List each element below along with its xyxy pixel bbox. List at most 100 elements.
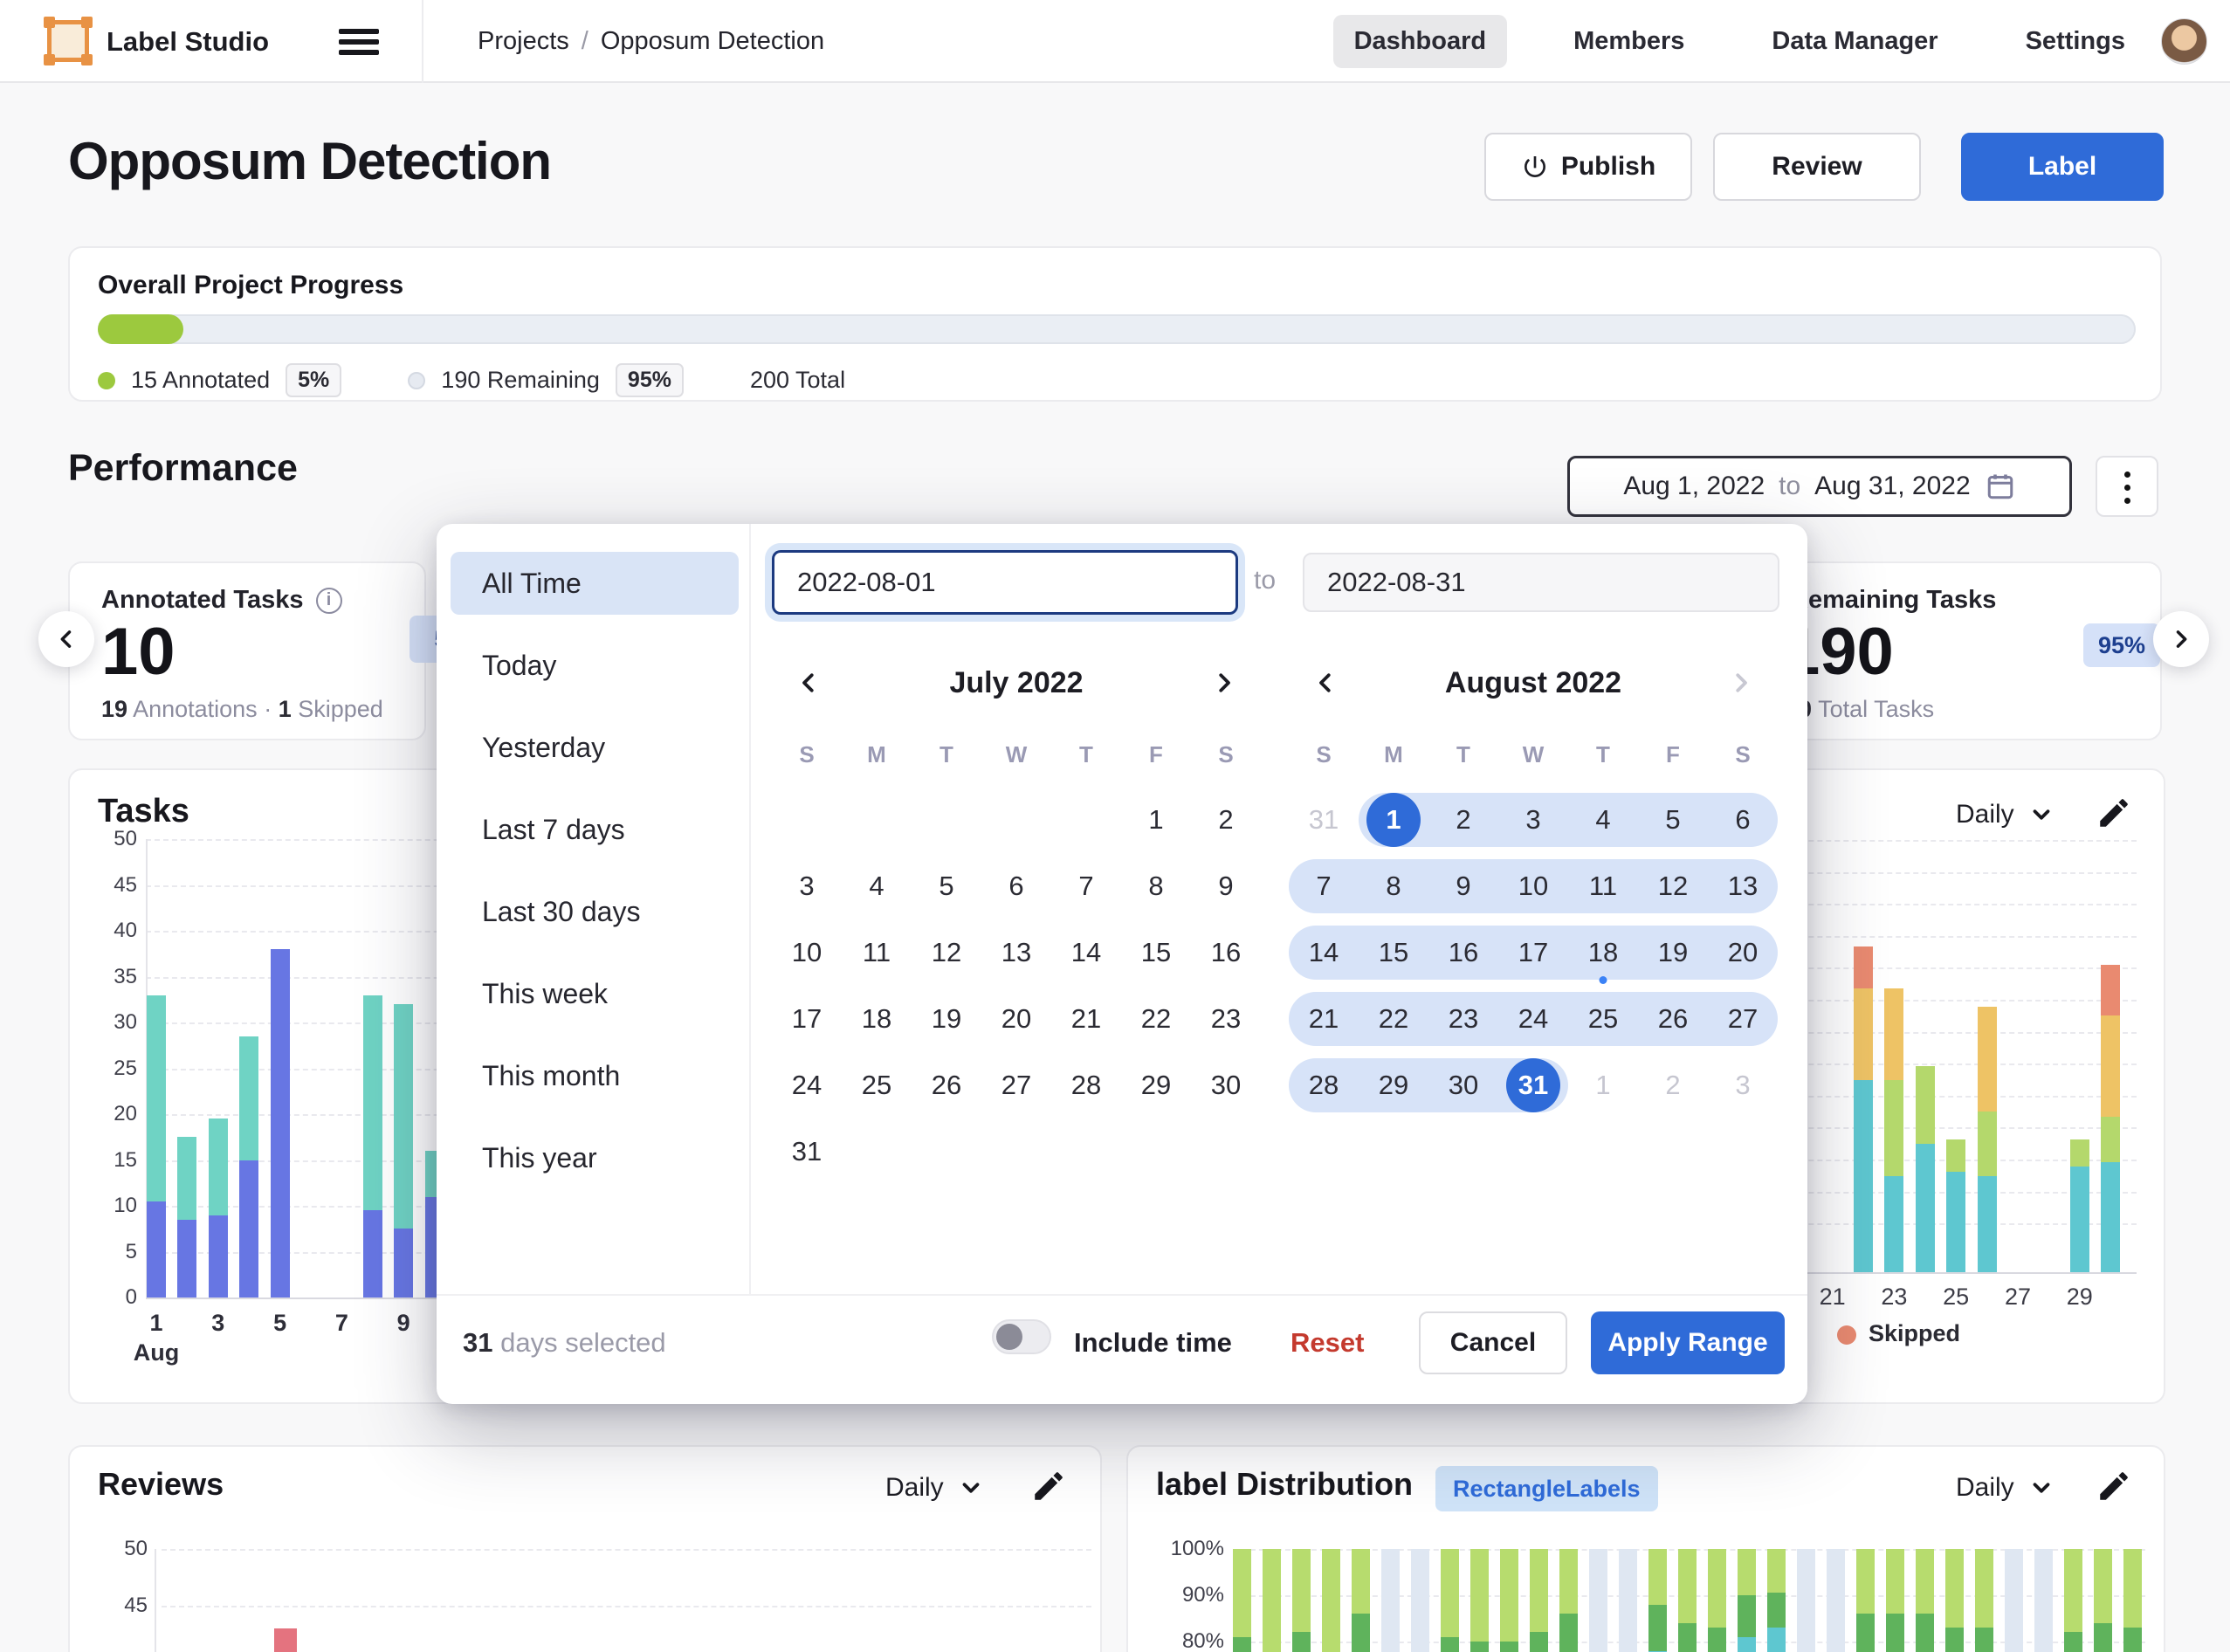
- user-avatar[interactable]: [2161, 18, 2207, 65]
- preset-this-year[interactable]: This year: [451, 1126, 739, 1189]
- calendar-day[interactable]: 23: [1191, 986, 1261, 1052]
- calendar-day[interactable]: 3: [1498, 787, 1568, 853]
- calendar-day[interactable]: 20: [1708, 919, 1778, 986]
- calendar-day[interactable]: 3: [772, 853, 842, 919]
- calendar-day[interactable]: 26: [1638, 986, 1708, 1052]
- calendar-day[interactable]: 13: [981, 919, 1051, 986]
- calendar-day[interactable]: 24: [1498, 986, 1568, 1052]
- end-date-input[interactable]: 2022-08-31: [1303, 553, 1779, 612]
- calendar-day[interactable]: 12: [1638, 853, 1708, 919]
- calendar-day[interactable]: 10: [772, 919, 842, 986]
- calendar-day[interactable]: 16: [1428, 919, 1498, 986]
- calendar-day[interactable]: 9: [1428, 853, 1498, 919]
- calendar-day[interactable]: 18: [842, 986, 912, 1052]
- calendar-day[interactable]: 30: [1428, 1052, 1498, 1119]
- calendar-day[interactable]: 28: [1289, 1052, 1359, 1119]
- calendar-next-icon[interactable]: [1724, 665, 1759, 700]
- calendar-day[interactable]: 11: [1568, 853, 1638, 919]
- calendar-day[interactable]: 6: [1708, 787, 1778, 853]
- preset-last-30-days[interactable]: Last 30 days: [451, 880, 739, 943]
- calendar-day[interactable]: 30: [1191, 1052, 1261, 1119]
- calendar-day[interactable]: 5: [912, 853, 981, 919]
- calendar-day[interactable]: 15: [1359, 919, 1428, 986]
- calendar-day[interactable]: 2: [1428, 787, 1498, 853]
- cancel-button[interactable]: Cancel: [1419, 1311, 1567, 1374]
- interval-select[interactable]: Daily: [1956, 1473, 2054, 1503]
- edit-pencil-icon[interactable]: [2096, 795, 2132, 831]
- include-time-toggle[interactable]: [992, 1319, 1051, 1354]
- calendar-day[interactable]: 10: [1498, 853, 1568, 919]
- calendar-day[interactable]: 19: [912, 986, 981, 1052]
- calendar-day[interactable]: 28: [1051, 1052, 1121, 1119]
- nav-tab-data-manager[interactable]: Data Manager: [1751, 15, 1958, 68]
- calendar-day[interactable]: 25: [842, 1052, 912, 1119]
- date-range-control[interactable]: Aug 1, 2022 to Aug 31, 2022: [1567, 456, 2072, 517]
- breadcrumb-projects[interactable]: Projects: [478, 27, 569, 55]
- calendar-day[interactable]: 3: [1708, 1052, 1778, 1119]
- calendar-day[interactable]: 16: [1191, 919, 1261, 986]
- preset-last-7-days[interactable]: Last 7 days: [451, 798, 739, 861]
- calendar-day[interactable]: 7: [1289, 853, 1359, 919]
- calendar-day[interactable]: 26: [912, 1052, 981, 1119]
- calendar-day[interactable]: 31: [1289, 787, 1359, 853]
- carousel-prev-button[interactable]: [38, 611, 94, 667]
- carousel-next-button[interactable]: [2153, 611, 2209, 667]
- nav-tab-dashboard[interactable]: Dashboard: [1333, 15, 1507, 68]
- calendar-day[interactable]: 17: [1498, 919, 1568, 986]
- edit-pencil-icon[interactable]: [2096, 1468, 2132, 1504]
- calendar-day[interactable]: 2: [1191, 787, 1261, 853]
- calendar-day[interactable]: 14: [1051, 919, 1121, 986]
- calendar-day[interactable]: 4: [842, 853, 912, 919]
- calendar-day[interactable]: 19: [1638, 919, 1708, 986]
- hamburger-menu-icon[interactable]: [339, 29, 379, 55]
- calendar-day[interactable]: 11: [842, 919, 912, 986]
- preset-this-week[interactable]: This week: [451, 962, 739, 1025]
- calendar-day[interactable]: 21: [1289, 986, 1359, 1052]
- calendar-day[interactable]: 8: [1359, 853, 1428, 919]
- calendar-day[interactable]: 27: [1708, 986, 1778, 1052]
- calendar-next-icon[interactable]: [1207, 665, 1242, 700]
- calendar-prev-icon[interactable]: [791, 665, 826, 700]
- calendar-day[interactable]: 12: [912, 919, 981, 986]
- preset-today[interactable]: Today: [451, 634, 739, 697]
- calendar-day[interactable]: 2: [1638, 1052, 1708, 1119]
- calendar-day[interactable]: 4: [1568, 787, 1638, 853]
- calendar-day[interactable]: 6: [981, 853, 1051, 919]
- calendar-day[interactable]: 31: [772, 1119, 842, 1185]
- preset-this-month[interactable]: This month: [451, 1044, 739, 1107]
- info-icon[interactable]: i: [316, 588, 342, 614]
- calendar-day[interactable]: 17: [772, 986, 842, 1052]
- calendar-day[interactable]: 14: [1289, 919, 1359, 986]
- preset-all-time[interactable]: All Time: [451, 552, 739, 615]
- publish-button[interactable]: Publish: [1484, 133, 1692, 201]
- label-studio-logo-icon[interactable]: [47, 20, 89, 62]
- calendar-day[interactable]: 1: [1359, 787, 1428, 853]
- calendar-day[interactable]: 22: [1121, 986, 1191, 1052]
- calendar-day[interactable]: 1: [1121, 787, 1191, 853]
- calendar-day[interactable]: 13: [1708, 853, 1778, 919]
- preset-yesterday[interactable]: Yesterday: [451, 716, 739, 779]
- calendar-day[interactable]: 27: [981, 1052, 1051, 1119]
- calendar-prev-icon[interactable]: [1308, 665, 1343, 700]
- start-date-input[interactable]: 2022-08-01: [772, 550, 1238, 615]
- edit-pencil-icon[interactable]: [1030, 1468, 1067, 1504]
- calendar-day[interactable]: 20: [981, 986, 1051, 1052]
- calendar-day[interactable]: 15: [1121, 919, 1191, 986]
- interval-select[interactable]: Daily: [1956, 800, 2054, 829]
- calendar-day[interactable]: 21: [1051, 986, 1121, 1052]
- calendar-day[interactable]: 5: [1638, 787, 1708, 853]
- calendar-day[interactable]: 25: [1568, 986, 1638, 1052]
- calendar-day[interactable]: 18: [1568, 919, 1638, 986]
- review-button[interactable]: Review: [1713, 133, 1921, 201]
- label-button[interactable]: Label: [1961, 133, 2164, 201]
- calendar-day[interactable]: 1: [1568, 1052, 1638, 1119]
- calendar-day[interactable]: 7: [1051, 853, 1121, 919]
- apply-range-button[interactable]: Apply Range: [1591, 1311, 1785, 1374]
- interval-select[interactable]: Daily: [885, 1473, 984, 1503]
- calendar-day[interactable]: 22: [1359, 986, 1428, 1052]
- nav-tab-members[interactable]: Members: [1552, 15, 1705, 68]
- calendar-day[interactable]: 29: [1359, 1052, 1428, 1119]
- calendar-day[interactable]: 23: [1428, 986, 1498, 1052]
- reset-link[interactable]: Reset: [1291, 1327, 1364, 1359]
- calendar-day[interactable]: 31: [1498, 1052, 1568, 1119]
